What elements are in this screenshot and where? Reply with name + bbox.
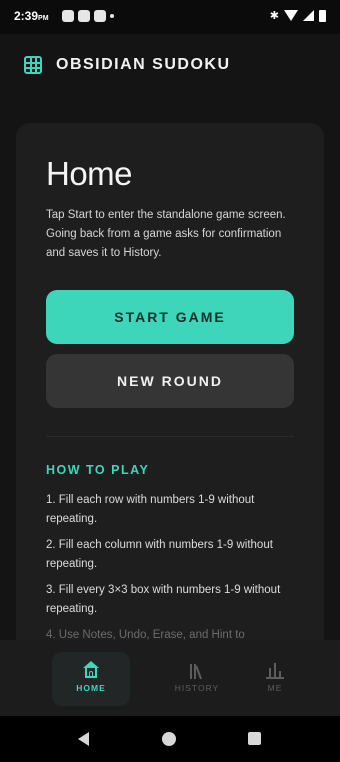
notification-icon	[78, 10, 90, 22]
tab-me[interactable]: ME	[248, 652, 302, 706]
back-icon[interactable]	[78, 732, 89, 746]
start-game-button[interactable]: START GAME	[46, 290, 294, 344]
more-notifications-icon	[110, 14, 114, 18]
home-icon	[82, 661, 100, 679]
intro-text: Tap Start to enter the standalone game s…	[46, 209, 286, 259]
wifi-icon	[284, 10, 298, 21]
bottom-nav: HOME HISTORY ME	[0, 640, 340, 716]
how-to-play-title: HOW TO PLAY	[46, 463, 150, 477]
divider	[46, 436, 294, 437]
status-time-ampm: PM	[38, 15, 49, 22]
notification-icons	[62, 10, 114, 22]
home-button-icon[interactable]	[162, 732, 176, 746]
tab-history[interactable]: HISTORY	[160, 652, 234, 706]
signal-icon	[303, 10, 314, 21]
list-item: 2. Fill each column with numbers 1-9 wit…	[46, 539, 273, 570]
app-title: OBSIDIAN SUDOKU	[56, 56, 231, 73]
status-bar: 2:39PM ✱	[0, 0, 340, 34]
grid-icon	[24, 56, 42, 74]
tab-home[interactable]: HOME	[52, 652, 130, 706]
tab-label: ME	[267, 683, 283, 693]
system-navigation-bar	[0, 716, 340, 762]
recents-icon[interactable]	[248, 732, 261, 745]
app-header: OBSIDIAN SUDOKU	[0, 34, 340, 98]
status-time: 2:39PM	[14, 9, 49, 23]
notification-icon	[62, 10, 74, 22]
history-icon	[188, 661, 206, 680]
stats-icon	[266, 661, 284, 679]
home-card: Home Tap Start to enter the standalone g…	[16, 123, 324, 683]
notification-icon	[94, 10, 106, 22]
system-icons: ✱	[270, 9, 326, 22]
bluetooth-icon: ✱	[269, 10, 279, 22]
battery-icon	[319, 9, 326, 22]
page-title: Home	[46, 155, 133, 192]
new-round-button[interactable]: NEW ROUND	[46, 354, 294, 408]
status-time-value: 2:39	[14, 9, 39, 23]
tab-label: HOME	[76, 683, 106, 693]
list-item: 3. Fill every 3×3 box with numbers 1-9 w…	[46, 584, 281, 615]
list-item: 1. Fill each row with numbers 1-9 withou…	[46, 494, 255, 525]
tab-label: HISTORY	[174, 683, 220, 693]
how-to-play-list: 1. Fill each row with numbers 1-9 withou…	[46, 491, 298, 652]
